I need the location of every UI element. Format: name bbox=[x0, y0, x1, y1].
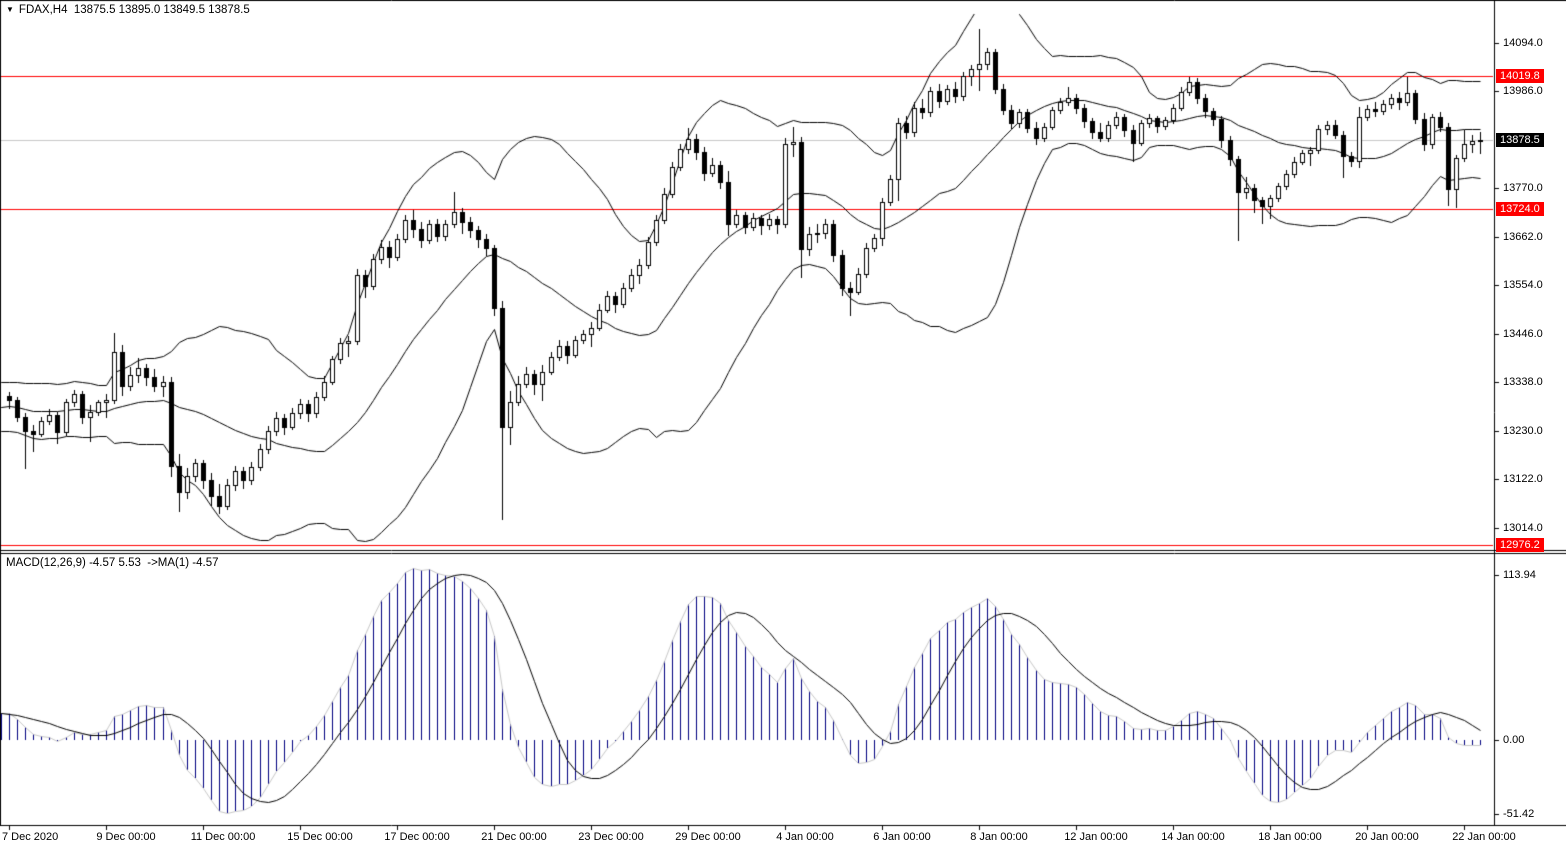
price-tick-label: 13770.0 bbox=[1503, 181, 1543, 195]
price-tick-label: 13554.0 bbox=[1503, 278, 1543, 292]
time-axis-label: 9 Dec 00:00 bbox=[96, 830, 155, 844]
price-line-badge[interactable]: 14019.8 bbox=[1496, 69, 1544, 83]
ohlc-values: 13875.5 13895.0 13849.5 13878.5 bbox=[74, 4, 250, 16]
macd-indicator-label: MACD(12,26,9) -4.57 5.53 ->MA(1) -4.57 bbox=[6, 557, 219, 569]
price-line-badge[interactable]: 12976.2 bbox=[1496, 538, 1544, 552]
macd-tick-label: -51.42 bbox=[1503, 807, 1534, 821]
price-tick-label: 14094.0 bbox=[1503, 36, 1543, 50]
price-tick-label: 13122.0 bbox=[1503, 472, 1543, 486]
time-axis-label: 12 Jan 00:00 bbox=[1064, 830, 1128, 844]
time-axis-label: 11 Dec 00:00 bbox=[191, 830, 256, 844]
symbol-dropdown-icon[interactable]: ▼ bbox=[6, 5, 14, 14]
time-axis-label: 17 Dec 00:00 bbox=[384, 830, 449, 844]
time-axis-label: 18 Jan 00:00 bbox=[1258, 830, 1322, 844]
symbol-label: FDAX,H4 bbox=[19, 4, 68, 16]
time-axis-label: 14 Jan 00:00 bbox=[1161, 830, 1225, 844]
symbol-ohlc-header: ▼ FDAX,H4 13875.5 13895.0 13849.5 13878.5 bbox=[6, 4, 250, 16]
time-axis-label: 15 Dec 00:00 bbox=[287, 830, 352, 844]
time-axis-label: 23 Dec 00:00 bbox=[578, 830, 643, 844]
time-axis-label: 7 Dec 2020 bbox=[2, 830, 58, 844]
price-line-badge[interactable]: 13724.0 bbox=[1496, 202, 1544, 216]
time-axis-label: 4 Jan 00:00 bbox=[776, 830, 834, 844]
mt4-chart-window: ▼ FDAX,H4 13875.5 13895.0 13849.5 13878.5… bbox=[0, 0, 1566, 850]
time-axis-label: 22 Jan 00:00 bbox=[1452, 830, 1516, 844]
chart-canvas[interactable] bbox=[0, 0, 1566, 850]
price-tick-label: 13446.0 bbox=[1503, 327, 1543, 341]
price-tick-label: 13014.0 bbox=[1503, 521, 1543, 535]
price-tick-label: 13338.0 bbox=[1503, 375, 1543, 389]
price-tick-label: 13662.0 bbox=[1503, 230, 1543, 244]
current-price-badge: 13878.5 bbox=[1496, 133, 1544, 147]
time-axis-label: 6 Jan 00:00 bbox=[873, 830, 931, 844]
price-tick-label: 13230.0 bbox=[1503, 424, 1543, 438]
macd-tick-label: 113.94 bbox=[1503, 568, 1536, 582]
price-tick-label: 13986.0 bbox=[1503, 84, 1543, 98]
time-axis-label: 8 Jan 00:00 bbox=[970, 830, 1028, 844]
time-axis-label: 29 Dec 00:00 bbox=[675, 830, 740, 844]
time-axis-label: 20 Jan 00:00 bbox=[1355, 830, 1419, 844]
time-axis-label: 21 Dec 00:00 bbox=[481, 830, 546, 844]
macd-tick-label: 0.00 bbox=[1503, 733, 1524, 747]
